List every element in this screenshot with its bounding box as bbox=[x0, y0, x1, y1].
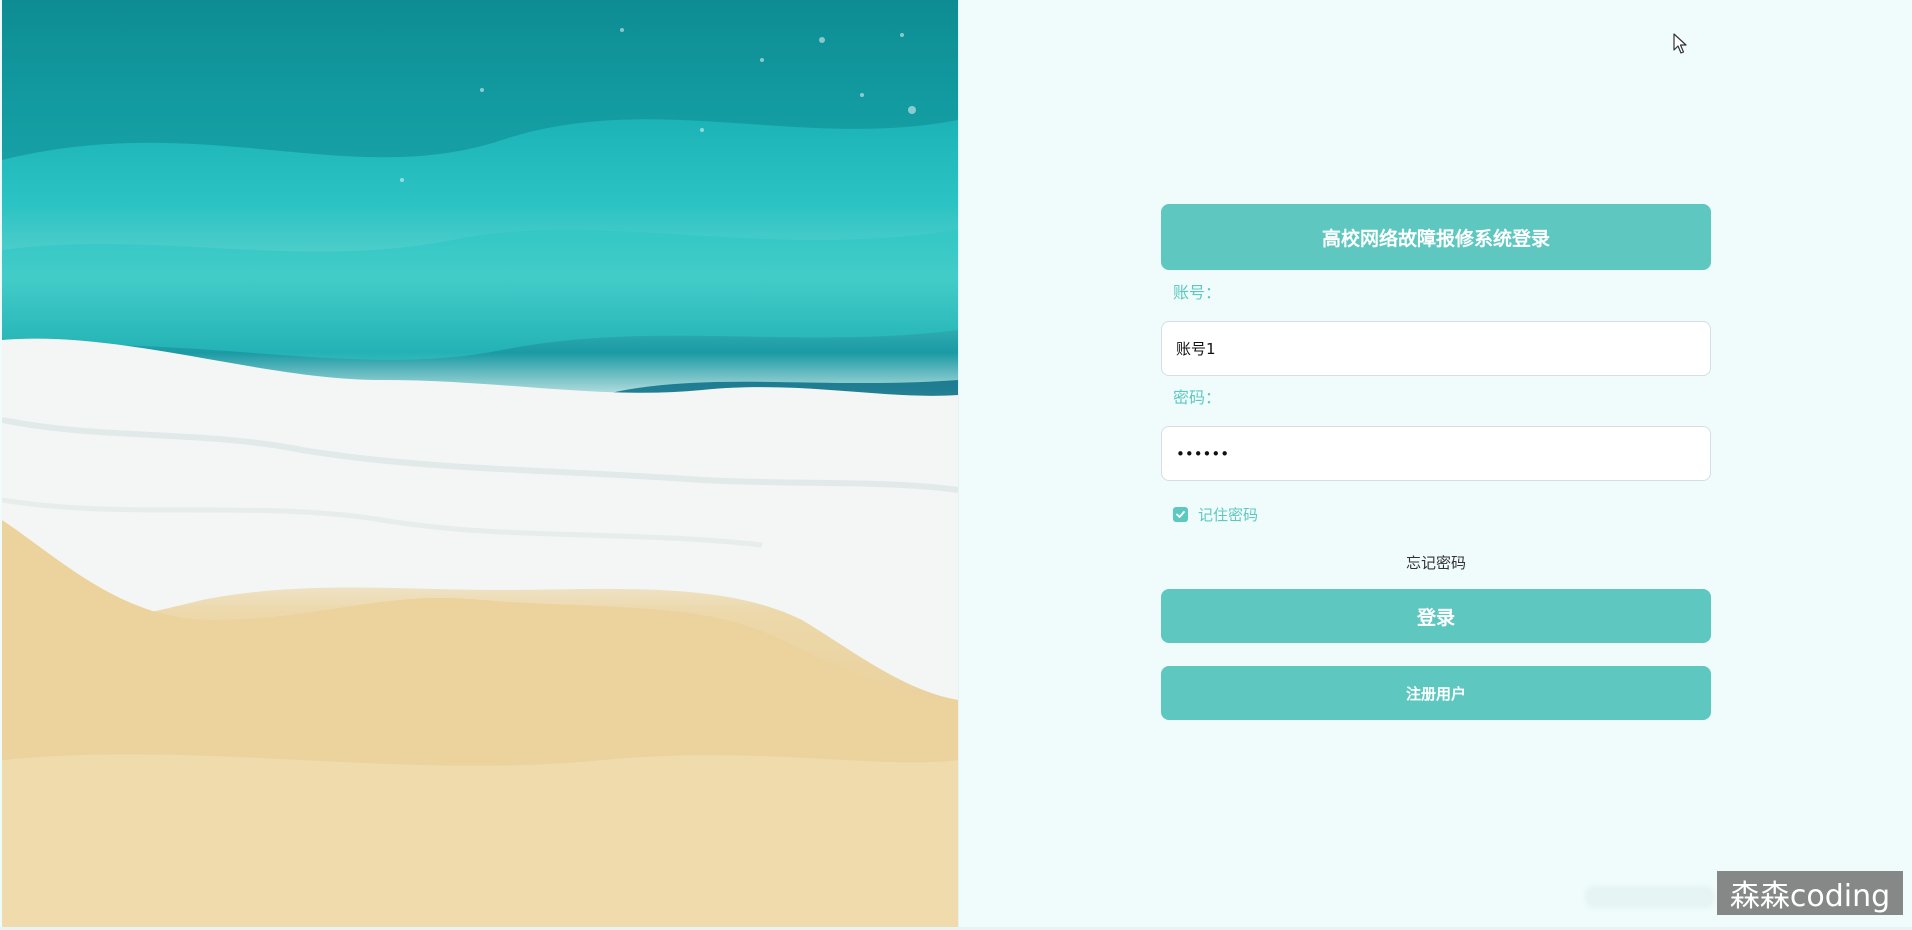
login-button[interactable]: 登录 bbox=[1161, 589, 1711, 643]
remember-checkbox[interactable] bbox=[1173, 507, 1188, 522]
password-label: 密码： bbox=[1173, 388, 1222, 407]
form-title: 高校网络故障报修系统登录 bbox=[1161, 204, 1711, 270]
watermark: 森森coding bbox=[1717, 871, 1903, 915]
register-button[interactable]: 注册用户 bbox=[1161, 666, 1711, 720]
account-label: 账号： bbox=[1173, 283, 1222, 302]
faded-overlay bbox=[1585, 886, 1715, 908]
check-icon bbox=[1176, 511, 1185, 518]
login-form: 高校网络故障报修系统登录 账号： 密码： 记住密码 忘记密码 登录 注册用户 bbox=[1161, 204, 1711, 720]
divider bbox=[958, 0, 959, 928]
account-field-wrapper bbox=[1161, 321, 1711, 376]
remember-label: 记住密码 bbox=[1198, 506, 1259, 524]
login-page: 高校网络故障报修系统登录 账号： 密码： 记住密码 忘记密码 登录 注册用户 森… bbox=[0, 0, 1912, 930]
account-input[interactable] bbox=[1174, 338, 1710, 359]
password-input[interactable] bbox=[1174, 443, 1710, 464]
remember-password[interactable]: 记住密码 bbox=[1173, 504, 1711, 525]
beach-image bbox=[2, 0, 958, 928]
mouse-cursor-icon bbox=[1673, 33, 1687, 59]
ocean-wave-illustration bbox=[2, 0, 958, 928]
forgot-password-link[interactable]: 忘记密码 bbox=[1161, 552, 1711, 573]
password-field-wrapper bbox=[1161, 426, 1711, 481]
